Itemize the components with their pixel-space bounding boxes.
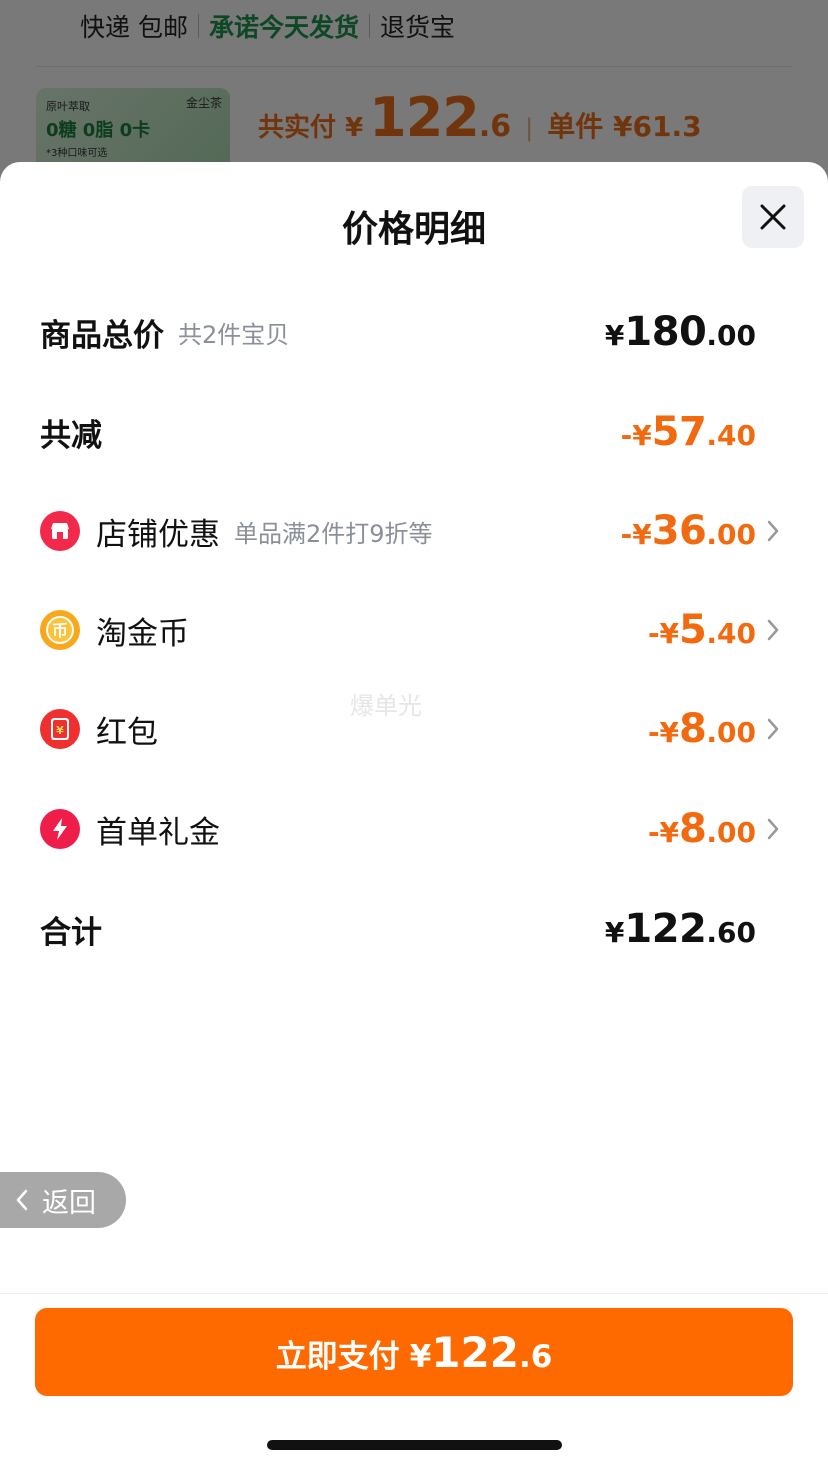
svg-text:¥: ¥	[56, 724, 64, 737]
row-taojinbi[interactable]: 币 淘金币 -¥ 5.40	[40, 600, 788, 660]
row-grand-total: 合计 ¥122.60	[40, 899, 788, 959]
pay-int: 122	[431, 1328, 519, 1377]
chevron-right-icon	[767, 619, 779, 641]
amount-prefix: -¥	[647, 617, 680, 650]
amount-dec: .00	[706, 518, 756, 551]
chevron-left-icon	[16, 1189, 28, 1211]
row-label: 红包	[96, 714, 158, 751]
row-label: 店铺优惠	[96, 516, 220, 553]
back-label: 返回	[42, 1187, 96, 1219]
row-amount: ¥122.60	[605, 906, 756, 952]
price-detail-sheet: 价格明细 商品总价 共2件宝贝 ¥180.00 共减 -¥ 57.40 店铺优惠 …	[0, 162, 828, 1469]
row-goods-total: 商品总价 共2件宝贝 ¥180.00	[40, 302, 788, 362]
sheet-title: 价格明细	[341, 209, 486, 250]
close-button[interactable]	[742, 186, 804, 248]
amount-int: 5	[679, 607, 707, 653]
home-indicator	[267, 1440, 562, 1450]
row-sublabel: 单品满2件打9折等	[234, 519, 433, 548]
amount-prefix: ¥	[604, 916, 625, 949]
watermark: 爆单光	[350, 692, 422, 720]
row-amount: -¥ 57.40	[621, 409, 756, 455]
pay-prefix: ¥	[409, 1339, 432, 1375]
amount-int: 180	[624, 309, 707, 355]
row-amount: ¥180.00	[605, 309, 756, 355]
amount-prefix: -¥	[620, 518, 652, 551]
shop-icon	[40, 511, 80, 551]
row-amount: -¥ 36.00	[621, 508, 756, 554]
chevron-right-icon	[767, 520, 779, 542]
amount-int: 8	[679, 706, 707, 752]
lightning-icon	[40, 809, 80, 849]
pay-dec: .6	[518, 1339, 553, 1375]
coin-icon: 币	[40, 610, 80, 650]
amount-dec: .60	[706, 916, 756, 949]
chevron-right-icon	[767, 718, 779, 740]
amount-int: 122	[624, 906, 707, 952]
amount-int: 36	[651, 508, 707, 554]
red-packet-icon: ¥	[40, 709, 80, 749]
row-label: 淘金币	[96, 615, 189, 652]
chevron-right-icon	[767, 818, 779, 840]
amount-int: 8	[679, 806, 707, 852]
amount-prefix: -¥	[620, 419, 652, 452]
row-label: 首单礼金	[96, 814, 220, 851]
row-label: 合计	[40, 914, 102, 951]
row-first-order-gift[interactable]: 首单礼金 -¥ 8.00	[40, 799, 788, 859]
amount-prefix: ¥	[604, 319, 625, 352]
amount-prefix: -¥	[647, 716, 680, 749]
row-label: 共减	[40, 417, 102, 454]
row-sublabel: 共2件宝贝	[178, 320, 290, 349]
row-amount: -¥ 8.00	[648, 806, 756, 852]
row-amount: -¥ 5.40	[648, 607, 756, 653]
pay-label: 立即支付	[275, 1339, 400, 1375]
divider	[0, 1293, 828, 1294]
amount-dec: .00	[706, 816, 756, 849]
close-icon	[760, 204, 786, 230]
row-shop-discount[interactable]: 店铺优惠 单品满2件打9折等 -¥ 36.00	[40, 501, 788, 561]
amount-int: 57	[651, 409, 707, 455]
pay-now-button[interactable]: 立即支付 ¥122.6	[35, 1308, 793, 1396]
row-amount: -¥ 8.00	[648, 706, 756, 752]
row-total-discount: 共减 -¥ 57.40	[40, 402, 788, 462]
amount-dec: .00	[706, 716, 756, 749]
svg-text:币: 币	[52, 621, 68, 640]
row-label: 商品总价	[40, 317, 164, 354]
amount-dec: .40	[706, 419, 756, 452]
amount-dec: .00	[706, 319, 756, 352]
amount-prefix: -¥	[647, 816, 680, 849]
amount-dec: .40	[706, 617, 756, 650]
back-button[interactable]: 返回	[0, 1172, 126, 1228]
